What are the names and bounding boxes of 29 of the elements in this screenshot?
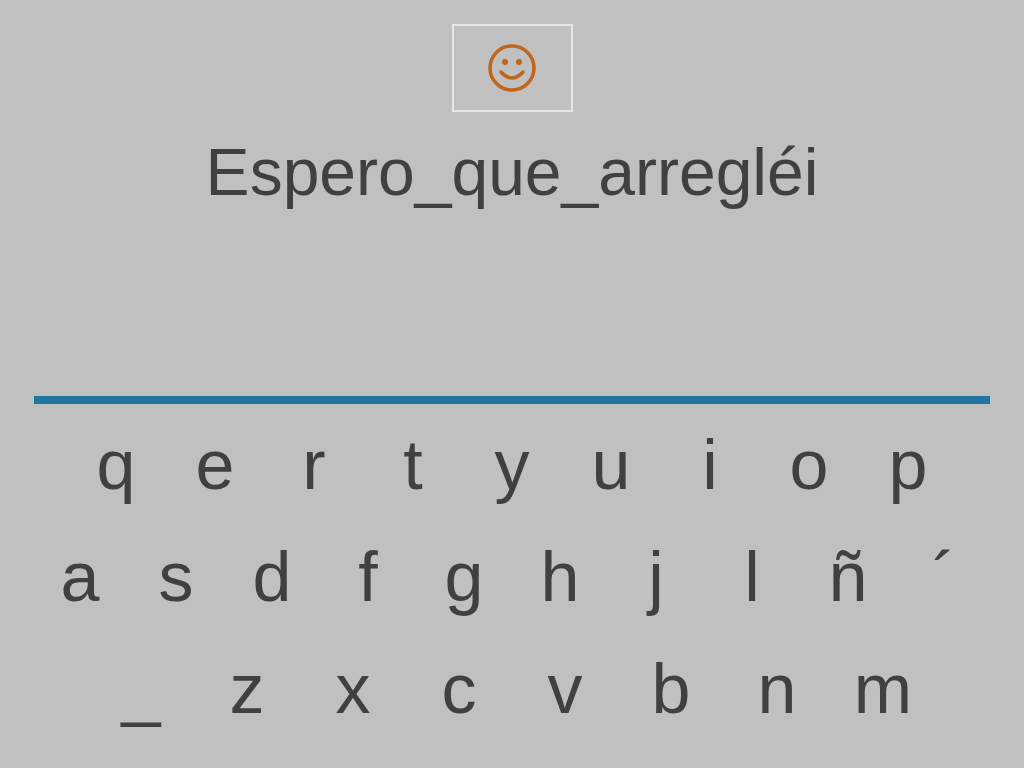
letter-key[interactable]: g bbox=[424, 536, 504, 618]
letter-key[interactable]: x bbox=[313, 648, 393, 730]
letter-key[interactable]: r bbox=[274, 424, 354, 506]
letter-key[interactable]: u bbox=[571, 424, 651, 506]
letter-key[interactable]: o bbox=[769, 424, 849, 506]
letter-key[interactable]: q bbox=[76, 424, 156, 506]
letter-key[interactable]: h bbox=[520, 536, 600, 618]
letter-key[interactable]: c bbox=[419, 648, 499, 730]
letter-key[interactable]: ñ bbox=[808, 536, 888, 618]
letter-key[interactable]: a bbox=[40, 536, 120, 618]
letter-key[interactable]: l bbox=[712, 536, 792, 618]
letter-key[interactable]: e bbox=[175, 424, 255, 506]
letter-key[interactable]: _ bbox=[101, 648, 181, 730]
letter-key[interactable]: j bbox=[616, 536, 696, 618]
letter-key[interactable]: s bbox=[136, 536, 216, 618]
answer-word: Espero_que_arregléi bbox=[205, 134, 819, 210]
letter-key[interactable]: i bbox=[670, 424, 750, 506]
letter-key[interactable]: t bbox=[373, 424, 453, 506]
letter-key[interactable]: f bbox=[328, 536, 408, 618]
letter-key[interactable]: y bbox=[472, 424, 552, 506]
smiley-icon bbox=[487, 43, 537, 93]
letter-key[interactable]: d bbox=[232, 536, 312, 618]
letter-key[interactable]: v bbox=[525, 648, 605, 730]
letter-key[interactable]: ´ bbox=[904, 536, 984, 618]
letter-key[interactable]: m bbox=[843, 648, 923, 730]
letter-key[interactable]: z bbox=[207, 648, 287, 730]
letter-key[interactable]: p bbox=[868, 424, 948, 506]
letter-key[interactable]: n bbox=[737, 648, 817, 730]
letter-key[interactable]: b bbox=[631, 648, 711, 730]
